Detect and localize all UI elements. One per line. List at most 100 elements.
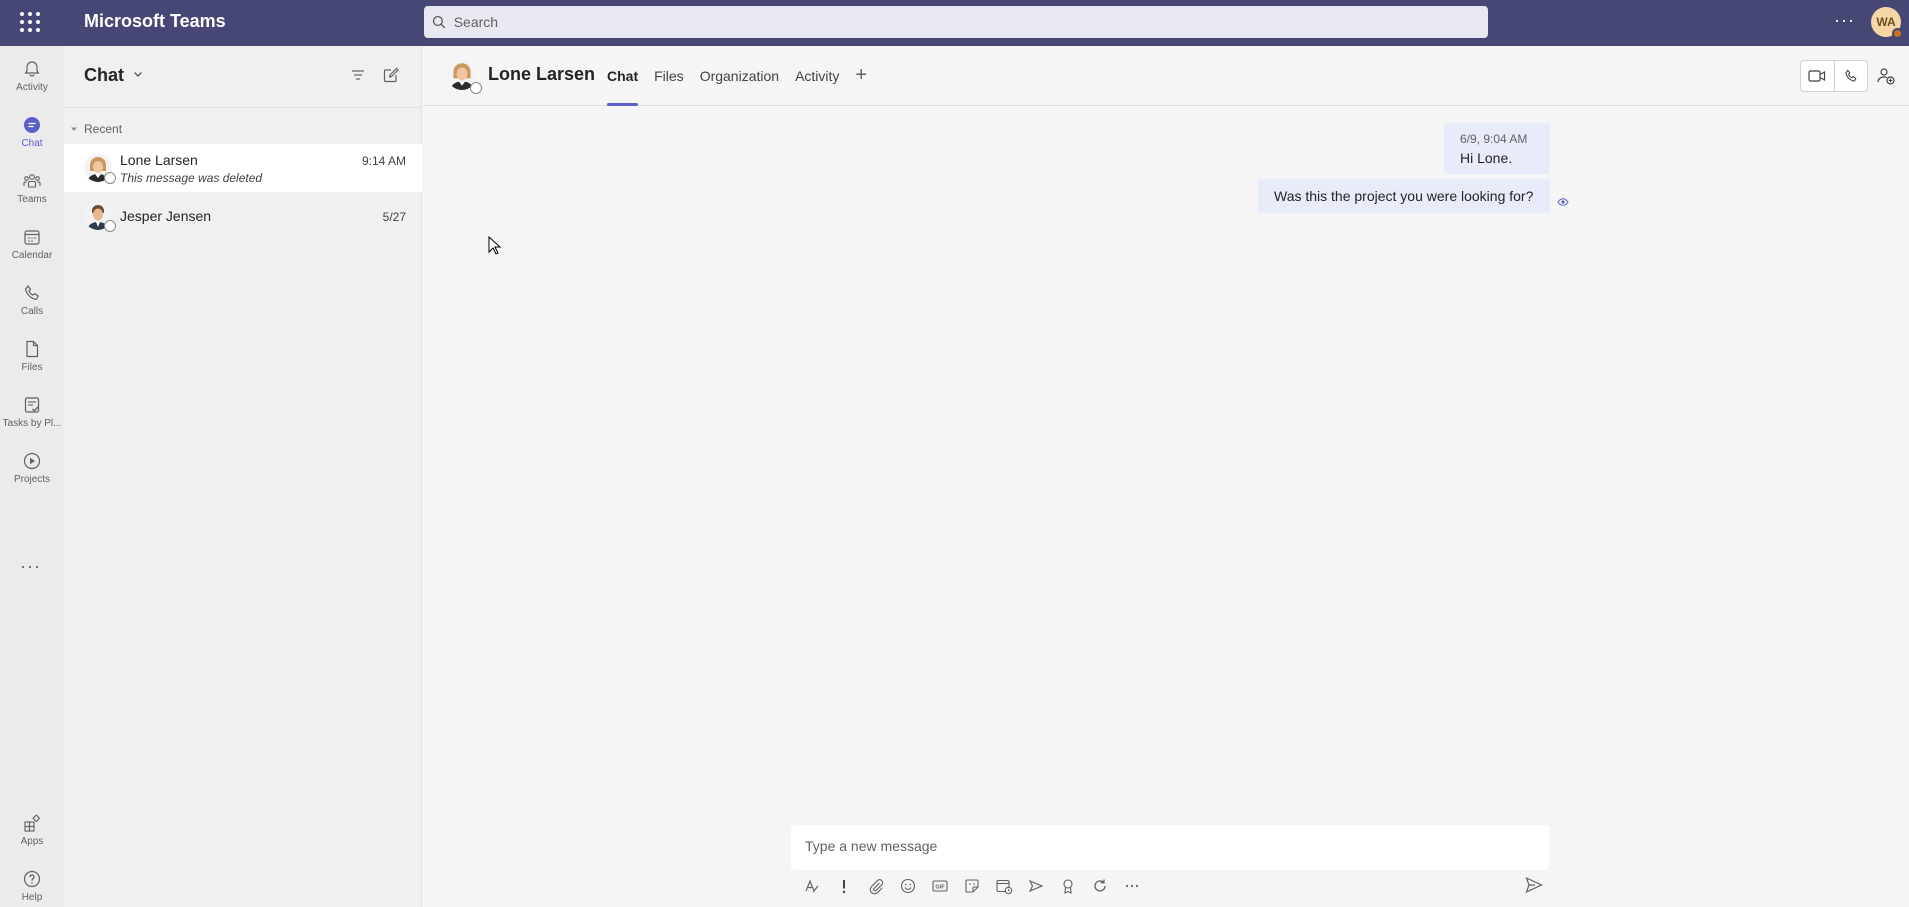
contact-avatar[interactable]: [447, 60, 482, 94]
rail-item-calendar[interactable]: Calendar: [0, 218, 64, 270]
message-text: Was this the project you were looking fo…: [1274, 188, 1534, 204]
presence-offline-icon: [104, 220, 116, 232]
tasks-icon: [24, 397, 40, 413]
chat-list-header: Chat: [64, 46, 422, 108]
read-receipt-eye-icon: [1557, 198, 1569, 206]
chevron-down-icon[interactable]: [132, 68, 144, 80]
calendar-icon: [24, 230, 40, 245]
compose-toolbar: GIF: [801, 874, 1143, 898]
chat-time: 5/27: [382, 210, 406, 224]
rail-label: Calls: [20, 306, 44, 317]
title-bar: Microsoft Teams ··· WA: [0, 0, 1909, 46]
tab-chat[interactable]: Chat: [599, 46, 646, 106]
chat-name: Jesper Jensen: [120, 208, 212, 224]
rail-item-tasks[interactable]: Tasks by Pl...: [0, 386, 64, 438]
video-camera-icon: [1808, 70, 1826, 82]
avatar: [84, 202, 116, 232]
rail-label: Calendar: [11, 250, 53, 261]
add-people-icon[interactable]: [1876, 66, 1896, 86]
chat-name: Lone Larsen: [120, 152, 198, 168]
phone-icon: [1845, 69, 1857, 82]
conversation-title: Lone Larsen: [488, 64, 596, 84]
chat-list-title[interactable]: Chat: [84, 65, 124, 86]
presence-offline-icon: [470, 82, 482, 94]
phone-icon: [25, 285, 39, 300]
app-bar: Activity Chat Teams Calendar Calls Files…: [0, 46, 64, 907]
status-indicator: [1892, 28, 1903, 39]
teams-icon: [23, 174, 41, 188]
attach-icon[interactable]: [865, 875, 887, 897]
conversation-header: Lone Larsen Chat Files Organization Acti…: [423, 46, 1909, 106]
search-icon: [432, 15, 446, 29]
caret-down-icon: [71, 127, 77, 131]
stream-icon[interactable]: [1025, 875, 1047, 897]
emoji-icon[interactable]: [897, 875, 919, 897]
message-bubble[interactable]: Was this the project you were looking fo…: [1258, 179, 1550, 213]
message-bubble[interactable]: 6/9, 9:04 AM Hi Lone.: [1444, 123, 1550, 174]
compose-box[interactable]: [791, 825, 1549, 870]
svg-text:GIF: GIF: [935, 885, 945, 891]
send-icon[interactable]: [1524, 875, 1544, 895]
more-apps-icon[interactable]: ···: [20, 556, 41, 577]
user-avatar[interactable]: WA: [1871, 7, 1903, 39]
user-initials: WA: [1876, 15, 1896, 29]
chat-icon: [24, 117, 40, 133]
search-box[interactable]: [424, 6, 1488, 38]
chat-list-item[interactable]: Jesper Jensen 5/27: [64, 192, 422, 240]
file-icon: [26, 340, 39, 358]
section-label: Recent: [84, 122, 123, 136]
rail-item-calls[interactable]: Calls: [0, 274, 64, 326]
chat-list-item[interactable]: Lone Larsen This message was deleted 9:1…: [64, 144, 422, 192]
rail-label: Projects: [13, 474, 51, 485]
rail-label: Activity: [16, 82, 48, 93]
rail-label: Apps: [20, 836, 44, 847]
rail-item-help[interactable]: Help: [0, 860, 64, 907]
conversation-tabs: Chat Files Organization Activity +: [599, 46, 875, 106]
recent-section-toggle[interactable]: Recent: [70, 122, 122, 136]
filter-icon[interactable]: [350, 67, 366, 83]
rail-item-activity[interactable]: Activity: [0, 50, 64, 102]
praise-icon[interactable]: [1057, 875, 1079, 897]
apps-icon: [24, 814, 41, 832]
add-tab-button[interactable]: +: [847, 46, 875, 106]
message-timestamp: 6/9, 9:04 AM: [1460, 132, 1528, 146]
projects-icon: [23, 452, 41, 470]
rail-label: Help: [21, 892, 43, 903]
sticker-icon[interactable]: [961, 875, 983, 897]
tab-activity[interactable]: Activity: [787, 46, 847, 106]
important-icon[interactable]: [833, 875, 855, 897]
app-launcher-icon[interactable]: [18, 10, 42, 34]
rail-item-teams[interactable]: Teams: [0, 162, 64, 214]
call-buttons: [1800, 60, 1868, 92]
tab-files[interactable]: Files: [646, 46, 692, 106]
message-input[interactable]: [805, 838, 1525, 854]
loop-icon[interactable]: [1089, 875, 1111, 897]
search-input[interactable]: [453, 14, 1488, 30]
help-icon: [23, 870, 41, 888]
presence-offline-icon: [104, 172, 116, 184]
rail-item-files[interactable]: Files: [0, 330, 64, 382]
format-icon[interactable]: [801, 875, 823, 897]
rail-label: Teams: [17, 194, 47, 205]
audio-call-button[interactable]: [1833, 61, 1867, 91]
more-options-icon[interactable]: ···: [1834, 10, 1855, 31]
rail-item-chat[interactable]: Chat: [0, 106, 64, 158]
more-compose-options-icon[interactable]: [1121, 875, 1143, 897]
chat-list-pane: Chat Recent Lone Larsen This message was…: [64, 46, 422, 907]
chat-preview: This message was deleted: [120, 171, 263, 185]
avatar: [84, 154, 116, 184]
app-title: Microsoft Teams: [84, 11, 226, 31]
new-chat-icon[interactable]: [382, 66, 400, 84]
gif-icon[interactable]: GIF: [929, 875, 951, 897]
bell-icon: [24, 61, 40, 77]
mouse-cursor-icon: [488, 236, 502, 255]
rail-item-projects[interactable]: Projects: [0, 442, 64, 494]
rail-label: Tasks by Pl...: [2, 418, 62, 429]
video-call-button[interactable]: [1801, 61, 1834, 91]
schedule-meeting-icon[interactable]: [993, 875, 1015, 897]
chat-time: 9:14 AM: [361, 154, 406, 168]
tab-organization[interactable]: Organization: [692, 46, 787, 106]
rail-label: Files: [21, 362, 43, 373]
rail-label: Chat: [21, 138, 43, 149]
rail-item-apps[interactable]: Apps: [0, 804, 64, 856]
